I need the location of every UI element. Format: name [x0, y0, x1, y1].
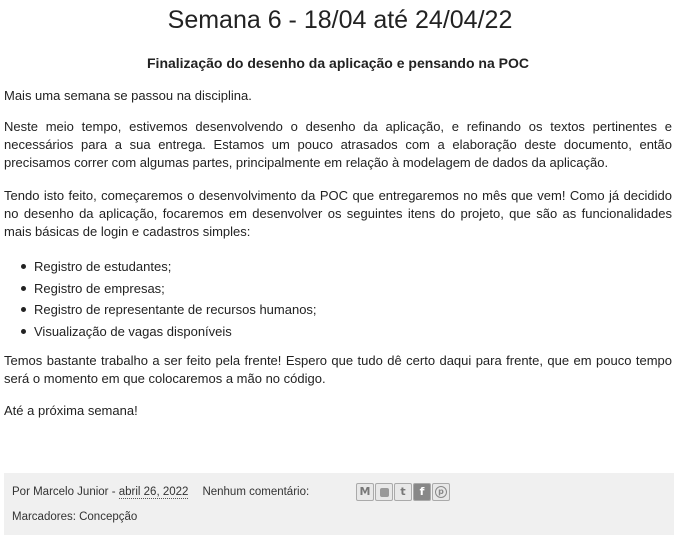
labels-prefix: Marcadores: — [12, 511, 80, 523]
bullet-icon — [21, 307, 26, 312]
post-subtitle: Finalização do desenho da aplicação e pe… — [147, 55, 529, 71]
bullet-icon — [21, 264, 26, 269]
paragraph-progress: Neste meio tempo, estivemos desenvolvend… — [4, 119, 672, 170]
author-label: Por Marcelo Junior - — [12, 486, 119, 498]
post-meta: Por Marcelo Junior - abril 26, 2022 Nenhu… — [12, 484, 309, 500]
pinterest-icon[interactable]: p — [432, 483, 450, 501]
post-title[interactable]: Semana 6 - 18/04 até 24/04/22 — [0, 4, 680, 36]
paragraph-intro: Mais uma semana se passou na disciplina. — [4, 88, 252, 103]
bullet-icon — [21, 285, 26, 291]
comments-link[interactable]: Nenhum comentário: — [202, 486, 309, 498]
post-date-link[interactable]: abril 26, 2022 — [118, 486, 189, 499]
post-footer: Por Marcelo Junior - abril 26, 2022 Nenhu… — [4, 473, 674, 535]
feature-list: Registro de estudantes; Registro de empr… — [19, 256, 317, 342]
list-item: Visualização de vagas disponíveis — [19, 321, 317, 343]
paragraph-closing: Até a próxima semana! — [4, 403, 138, 418]
paragraph-outlook: Temos bastante trabalho a ser feito pela… — [4, 353, 672, 386]
post-labels: Marcadores: Concepção — [12, 509, 137, 525]
email-icon[interactable]: M — [356, 483, 374, 501]
paragraph-poc: Tendo isto feito, começaremos o desenvol… — [4, 188, 672, 239]
list-item: Registro de estudantes; — [19, 256, 317, 278]
bullet-icon — [21, 328, 26, 334]
blogger-icon[interactable] — [375, 483, 393, 501]
label-link[interactable]: Concepção — [79, 511, 137, 523]
share-buttons: M t f p — [356, 483, 450, 501]
twitter-icon[interactable]: t — [394, 483, 412, 501]
list-item: Registro de representante de recursos hu… — [19, 299, 317, 321]
list-item: Registro de empresas; — [19, 278, 317, 300]
facebook-icon[interactable]: f — [413, 483, 431, 501]
